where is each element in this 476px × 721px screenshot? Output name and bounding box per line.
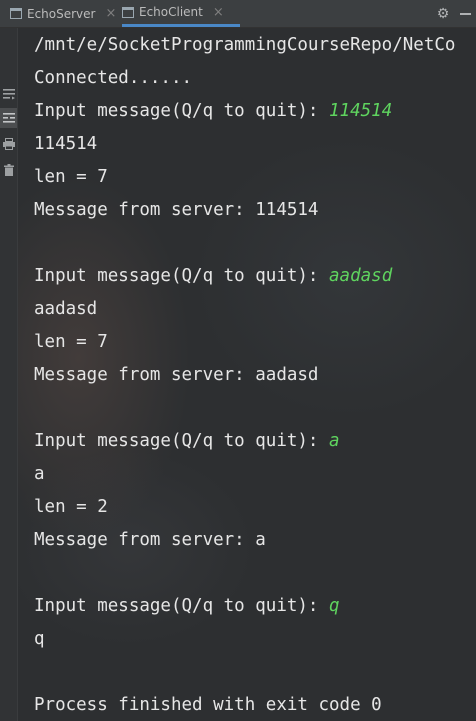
tab-label: EchoClient	[139, 5, 203, 19]
console-toolbar	[0, 28, 18, 721]
user-input: a	[329, 431, 340, 451]
prompt-line: Input message(Q/q to quit): aadasd	[34, 263, 392, 289]
echo-line: 114514	[34, 134, 98, 154]
echo-line: aadasd	[34, 299, 98, 319]
echo-line: q	[34, 629, 45, 649]
user-input: 114514	[329, 101, 393, 121]
prompt-text: Input message(Q/q to quit):	[34, 431, 330, 451]
echo-line: a	[34, 464, 45, 484]
server-response-line: Message from server: 114514	[34, 200, 319, 220]
user-input: q	[329, 596, 340, 616]
tab-echoclient[interactable]: EchoClient ×	[122, 0, 240, 27]
console-icon	[10, 8, 22, 19]
console-output[interactable]: /mnt/e/SocketProgrammingCourseRepo/NetCo…	[18, 28, 476, 721]
length-line: len = 2	[34, 497, 108, 517]
tool-window-actions: ⚙	[432, 0, 476, 27]
minimize-icon[interactable]	[454, 0, 476, 27]
server-response-line: Message from server: aadasd	[34, 365, 319, 385]
server-response-line: Message from server: a	[34, 530, 266, 550]
prompt-text: Input message(Q/q to quit):	[34, 266, 330, 286]
gear-icon[interactable]: ⚙	[432, 0, 454, 27]
length-line: len = 7	[34, 332, 108, 352]
console-icon	[122, 6, 134, 18]
rerun-icon[interactable]	[0, 84, 17, 104]
tab-label: EchoServer	[27, 6, 96, 21]
prompt-line: Input message(Q/q to quit): q	[34, 593, 340, 619]
prompt-text: Input message(Q/q to quit):	[34, 596, 330, 616]
close-icon[interactable]: ×	[213, 5, 224, 20]
trash-icon[interactable]	[0, 160, 17, 180]
exit-message: Process finished with exit code 0	[34, 695, 382, 715]
user-input: aadasd	[329, 266, 393, 286]
tab-echoserver[interactable]: EchoServer ×	[10, 0, 120, 27]
prompt-text: Input message(Q/q to quit):	[34, 101, 330, 121]
length-line: len = 7	[34, 167, 108, 187]
prompt-line: Input message(Q/q to quit): a	[34, 428, 340, 454]
connected-message: Connected......	[34, 68, 193, 88]
command-line: /mnt/e/SocketProgrammingCourseRepo/NetCo	[34, 35, 456, 55]
tool-window-tab-bar: EchoServer × EchoClient × ⚙	[0, 0, 476, 28]
prompt-line: Input message(Q/q to quit): 114514	[34, 98, 392, 124]
close-icon[interactable]: ×	[105, 6, 116, 21]
soft-wrap-icon[interactable]	[0, 108, 17, 128]
print-icon[interactable]	[0, 134, 17, 154]
